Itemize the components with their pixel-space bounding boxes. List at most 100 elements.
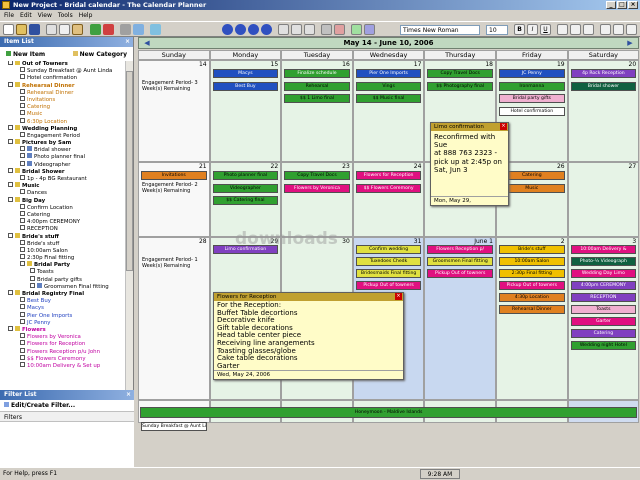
flowers-note[interactable]: Flowers for Reception × For the Reception… xyxy=(213,292,404,380)
menu-file[interactable]: File xyxy=(4,10,14,21)
calendar-event[interactable]: Garter xyxy=(570,317,637,326)
maximize-button[interactable]: □ xyxy=(617,1,627,9)
item-checkbox[interactable] xyxy=(8,61,13,65)
item-checkbox[interactable] xyxy=(20,67,25,73)
menu-tools[interactable]: Tools xyxy=(58,10,73,21)
nav-first-icon[interactable] xyxy=(222,24,233,35)
item-checkbox[interactable] xyxy=(20,146,25,152)
tree-item[interactable]: 4:00pm CEREMONY xyxy=(0,218,126,226)
item-checkbox[interactable] xyxy=(8,232,13,238)
tree-item[interactable]: Bridal Registry Final xyxy=(0,290,126,298)
item-checkbox[interactable] xyxy=(20,318,25,324)
item-checkbox[interactable] xyxy=(20,297,25,303)
edit-filter-button[interactable]: Edit/Create Filter... xyxy=(0,400,134,412)
item-checkbox[interactable] xyxy=(20,117,25,123)
tree-item[interactable]: Pier One Imports xyxy=(0,311,126,320)
calendar-event[interactable]: Pickup Out of towners xyxy=(427,269,493,278)
tree-item[interactable]: Wedding Planning xyxy=(0,124,126,133)
tree-item[interactable]: Flowers by Veronica xyxy=(0,333,126,341)
calendar-event[interactable]: Finalize schedule xyxy=(284,69,350,78)
calendar-event[interactable]: Photo-½ Videograph xyxy=(570,257,637,266)
tree-item[interactable]: Photo planner final xyxy=(0,153,126,161)
calendar-event[interactable]: Bride's stuff xyxy=(499,245,565,254)
copy-icon[interactable] xyxy=(59,24,70,35)
limo-note[interactable]: Limo confirmation × Reconfirmed with Sue a… xyxy=(430,122,509,206)
item-checkbox[interactable] xyxy=(20,354,25,360)
item-list-scrollbar[interactable] xyxy=(125,61,133,421)
calendar-event[interactable]: $$ Music final xyxy=(355,94,422,103)
calendar-event[interactable]: $$ Photography final xyxy=(427,81,493,91)
calendar-event[interactable]: Pickup Out of towners xyxy=(499,281,565,290)
tree-item[interactable]: Out of Towners xyxy=(0,61,126,68)
tree-item[interactable]: Macys xyxy=(0,304,126,312)
note-close-icon[interactable]: × xyxy=(395,293,402,300)
minimize-button[interactable]: _ xyxy=(606,1,616,9)
item-checkbox[interactable] xyxy=(20,74,25,80)
calendar-event[interactable]: Sunday Breakfast @ Aunt Li xyxy=(141,421,207,431)
day-cell[interactable]: 14 xyxy=(138,60,210,162)
item-checkbox[interactable] xyxy=(30,275,35,281)
tree-item[interactable]: Bridal Shower xyxy=(0,167,126,176)
item-checkbox[interactable] xyxy=(8,124,13,130)
day-view-icon[interactable] xyxy=(278,24,289,35)
nav-today-icon[interactable] xyxy=(248,24,259,35)
item-checkbox[interactable] xyxy=(20,153,25,159)
calendar-event[interactable]: 4:30p Location xyxy=(499,293,565,302)
calendar-event[interactable]: Flowers Reception p/ xyxy=(427,245,493,254)
new-item-button[interactable]: New Item xyxy=(6,50,45,58)
tree-item[interactable]: Big Day xyxy=(0,196,126,205)
item-checkbox[interactable] xyxy=(20,110,25,116)
item-checkbox[interactable] xyxy=(20,340,25,346)
item-checkbox[interactable] xyxy=(8,325,13,331)
open-folder-icon[interactable] xyxy=(16,24,27,35)
align-left-icon[interactable] xyxy=(557,24,568,35)
calendar-event[interactable]: Invitations xyxy=(141,171,207,180)
item-checkbox[interactable] xyxy=(8,196,13,202)
filter-close-icon[interactable]: × xyxy=(126,390,131,400)
print-icon[interactable] xyxy=(120,24,131,35)
item-checkbox[interactable] xyxy=(20,218,25,224)
menu-help[interactable]: Help xyxy=(79,10,93,21)
item-checkbox[interactable] xyxy=(20,210,25,216)
calendar-event[interactable]: 10:00am Salon xyxy=(499,257,565,266)
tree-item[interactable]: Bridal party gifts xyxy=(0,275,126,284)
menu-view[interactable]: View xyxy=(38,10,52,21)
menu-edit[interactable]: Edit xyxy=(20,10,32,21)
cut-icon[interactable] xyxy=(46,24,57,35)
filter-icon[interactable] xyxy=(351,24,362,35)
tree-item[interactable]: Music xyxy=(0,110,126,118)
tree-item[interactable]: Toasts xyxy=(0,268,126,276)
item-checkbox[interactable] xyxy=(8,290,13,295)
calendar-event[interactable]: Wedding night Hotel xyxy=(570,341,637,350)
tree-item[interactable]: 2:30p Final fitting xyxy=(0,254,126,262)
preview-icon[interactable] xyxy=(133,24,144,35)
calendar-event[interactable]: Catering xyxy=(570,329,637,338)
calendar-event[interactable]: 4:00pm CEREMONY xyxy=(570,281,637,290)
color-icon[interactable] xyxy=(334,24,345,35)
item-checkbox[interactable] xyxy=(30,268,35,274)
tree-item[interactable]: 10:00am Delivery & Set up xyxy=(0,361,126,370)
tree-item[interactable]: Flowers Reception p/u John xyxy=(0,347,126,356)
item-checkbox[interactable] xyxy=(8,81,13,87)
new-category-button[interactable]: New Category xyxy=(72,50,127,58)
item-checkbox[interactable] xyxy=(20,246,25,252)
item-checkbox[interactable] xyxy=(20,239,25,245)
options-icon[interactable] xyxy=(364,24,375,35)
italic-icon[interactable]: I xyxy=(527,24,538,35)
bullets-icon[interactable] xyxy=(600,24,611,35)
item-checkbox[interactable] xyxy=(20,103,25,109)
item-checkbox[interactable] xyxy=(20,304,25,310)
tree-item[interactable]: Bride's stuff xyxy=(0,232,126,241)
item-checkbox[interactable] xyxy=(20,261,25,267)
calendar-event[interactable]: $$ 1 Limo final xyxy=(284,94,350,103)
scrollbar-thumb[interactable] xyxy=(126,71,133,271)
help-icon[interactable] xyxy=(150,24,161,35)
tree-item[interactable]: Flowers for Reception xyxy=(0,340,126,348)
item-checkbox[interactable] xyxy=(20,333,25,339)
honeymoon-banner[interactable]: Honeymoon - Maldive Islands xyxy=(140,407,638,418)
item-checkbox[interactable] xyxy=(20,311,25,317)
tree-item[interactable]: Bridal shower xyxy=(0,146,126,154)
font-size-select[interactable]: 10 xyxy=(486,25,508,35)
calendar-event[interactable]: Groomsmen Final fitting xyxy=(427,257,493,266)
indent-icon[interactable] xyxy=(613,24,624,35)
